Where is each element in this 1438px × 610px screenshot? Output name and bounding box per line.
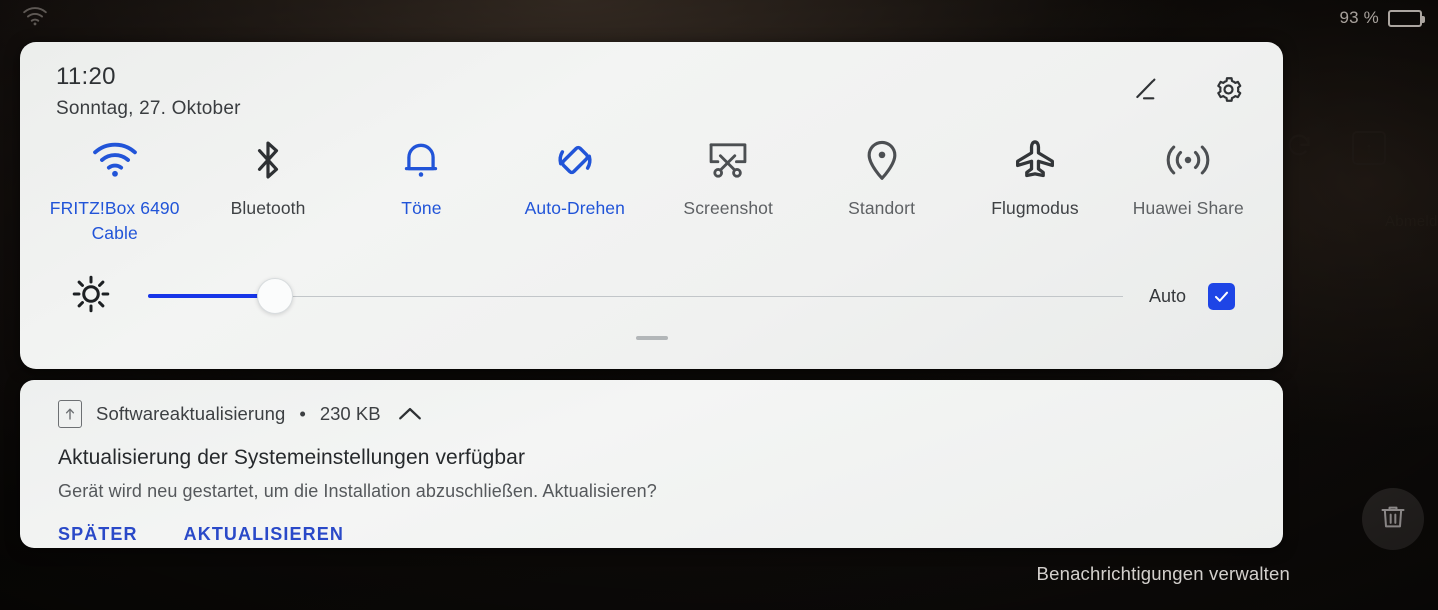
drag-handle[interactable]: [635, 335, 668, 340]
brightness-slider-track: [148, 295, 1123, 297]
background-app-glyph: ↑: [1365, 139, 1373, 157]
toggle-location-label: Standort: [848, 198, 916, 218]
quick-settings-header-actions: [1131, 72, 1245, 106]
gear-icon[interactable]: [1211, 72, 1245, 106]
toggle-airplane-mode[interactable]: Flugmodus: [958, 134, 1111, 247]
broadcast-icon: [1165, 134, 1211, 186]
software-update-icon: [58, 400, 82, 428]
notification-actions: SPÄTER AKTUALISIEREN: [58, 524, 1255, 545]
wifi-icon: [92, 134, 138, 186]
edit-pencil-icon[interactable]: [1131, 72, 1165, 106]
panel-handle-row[interactable]: [20, 335, 1283, 340]
delete-button[interactable]: [1362, 488, 1424, 550]
notification-header: Softwareaktualisierung • 230 KB: [58, 400, 1255, 428]
status-bar-left: [22, 6, 48, 31]
battery-percent-label: 93 %: [1339, 8, 1379, 27]
notification-title: Aktualisierung der Systemeinstellungen v…: [58, 446, 526, 469]
auto-brightness-group[interactable]: Auto: [1148, 282, 1235, 310]
notification-card[interactable]: Softwareaktualisierung • 230 KB Aktualis…: [20, 380, 1283, 548]
toggle-bluetooth-label: Bluetooth: [230, 198, 306, 218]
toggle-auto-rotate-label: Auto-Drehen: [524, 198, 625, 218]
toggle-sounds[interactable]: Töne: [345, 134, 498, 247]
brightness-slider-fill: [148, 294, 275, 299]
toggle-screenshot-label: Screenshot: [683, 198, 773, 218]
toggle-wifi[interactable]: FRITZ!Box 6490 Cable: [38, 134, 191, 247]
notification-app-name: Softwareaktualisierung: [96, 403, 286, 424]
clock-date: Sonntag, 27. Oktober: [56, 98, 241, 120]
screenshot-scissors-icon: [706, 134, 750, 186]
background-app-icon: ↑: [1352, 131, 1386, 165]
quick-settings-panel: 11:20 Sonntag, 27. Oktober FRITZ!Box 649…: [20, 42, 1283, 369]
brightness-row: Auto: [20, 275, 1283, 318]
toggle-airplane-mode-label: Flugmodus: [991, 198, 1079, 218]
toggle-huawei-share[interactable]: Huawei Share: [1112, 134, 1265, 247]
brightness-slider-thumb[interactable]: [256, 278, 293, 315]
brightness-slider[interactable]: [148, 276, 1123, 316]
notification-size: 230 KB: [319, 403, 381, 424]
toggle-wifi-label: FRITZ!Box 6490 Cable: [49, 198, 180, 244]
clock-time: 11:20: [56, 63, 116, 90]
status-bar-right: 93 %: [1339, 8, 1425, 28]
bluetooth-icon: [251, 134, 285, 186]
battery-icon: [1388, 9, 1425, 27]
brightness-sun-icon: [72, 275, 110, 318]
location-pin-icon: [863, 134, 901, 186]
toggle-bluetooth[interactable]: Bluetooth: [191, 134, 344, 247]
status-bar: 93 %: [0, 0, 1438, 36]
airplane-icon: [1013, 134, 1057, 186]
manage-notifications-link[interactable]: Benachrichtigungen verwalten: [1037, 563, 1290, 585]
bell-icon: [402, 134, 440, 186]
quick-settings-header: 11:20 Sonntag, 27. Oktober: [20, 42, 1283, 124]
quick-settings-toggles: FRITZ!Box 6490 Cable Bluetooth Töne Auto…: [20, 134, 1283, 247]
notification-action-update[interactable]: AKTUALISIEREN: [184, 524, 344, 545]
notification-separator: •: [299, 403, 306, 424]
background-refresh-icon: [1285, 132, 1313, 165]
toggle-sounds-label: Töne: [401, 198, 442, 218]
auto-brightness-label: Auto: [1148, 285, 1186, 306]
auto-rotate-icon: [553, 134, 597, 186]
toggle-location[interactable]: Standort: [805, 134, 958, 247]
background-app-label: Abmeld: [1385, 213, 1438, 230]
wifi-icon: [22, 6, 48, 31]
notification-body: Gerät wird neu gestartet, um die Install…: [58, 481, 657, 501]
chevron-up-icon[interactable]: [397, 404, 423, 424]
toggle-auto-rotate[interactable]: Auto-Drehen: [498, 134, 651, 247]
toggle-screenshot[interactable]: Screenshot: [652, 134, 805, 247]
notification-action-later[interactable]: SPÄTER: [58, 524, 138, 545]
auto-brightness-checkbox[interactable]: [1208, 282, 1235, 310]
trash-icon: [1379, 503, 1407, 536]
toggle-huawei-share-label: Huawei Share: [1132, 198, 1244, 218]
